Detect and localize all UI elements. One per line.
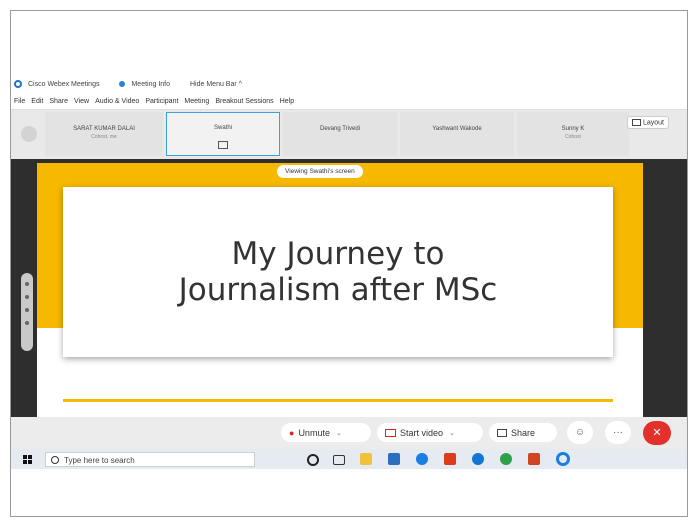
menu-file[interactable]: File xyxy=(14,98,25,105)
participant-name: SARAT KUMAR DALAI xyxy=(73,126,135,132)
participant-role: Cohost, me xyxy=(91,134,117,140)
share-icon xyxy=(497,428,507,437)
participant-role: Cohost xyxy=(565,134,581,140)
viewing-indicator[interactable]: Viewing Swathi's screen xyxy=(277,165,363,178)
hide-menu-bar-button[interactable]: Hide Menu Bar ^ xyxy=(190,81,242,88)
slide-title-line1: My Journey to xyxy=(231,236,445,272)
edge-icon[interactable] xyxy=(472,453,484,465)
slide-title: My Journey to Journalism after MSc xyxy=(179,236,498,308)
participant-tile[interactable]: Yashwant Wakode xyxy=(400,112,514,156)
participant-tile[interactable]: Devang Trivedi xyxy=(283,112,397,156)
layout-label: Layout xyxy=(642,119,664,127)
menu-participant[interactable]: Participant xyxy=(145,98,178,105)
sharing-screen-icon xyxy=(218,141,228,149)
pointer-icon[interactable] xyxy=(25,282,29,286)
start-video-button[interactable]: Start video ⌄ xyxy=(377,423,483,442)
annotation-toolbar[interactable] xyxy=(21,273,33,351)
layout-button[interactable]: Layout xyxy=(626,116,669,130)
menu-meeting[interactable]: Meeting xyxy=(184,98,209,105)
layout-icon xyxy=(631,119,641,126)
menu-share[interactable]: Share xyxy=(49,98,68,105)
slide-title-card: My Journey to Journalism after MSc xyxy=(63,187,613,357)
search-icon xyxy=(51,456,59,464)
chevron-down-icon[interactable]: ⌄ xyxy=(336,429,342,437)
slide-title-line2: Journalism after MSc xyxy=(178,272,498,308)
share-button[interactable]: Share xyxy=(489,423,557,442)
start-video-label: Start video xyxy=(400,427,444,438)
menu-view[interactable]: View xyxy=(74,98,89,105)
presentation-slide: My Journey to Journalism after MSc xyxy=(37,163,643,417)
end-call-button[interactable]: ✕ xyxy=(643,421,671,445)
webex-logo-icon xyxy=(14,80,22,88)
settings-icon[interactable] xyxy=(25,321,29,325)
windows-taskbar: Type here to search xyxy=(11,449,687,469)
taskbar-search-box[interactable]: Type here to search xyxy=(45,452,255,467)
webex-taskbar-icon[interactable] xyxy=(416,453,428,465)
search-placeholder: Type here to search xyxy=(64,456,135,465)
zoom-icon[interactable] xyxy=(25,308,29,312)
more-options-icon[interactable]: ··· xyxy=(605,421,631,444)
powerpoint-icon[interactable] xyxy=(528,453,540,465)
menu-help[interactable]: Help xyxy=(280,98,294,105)
menu-edit[interactable]: Edit xyxy=(31,98,43,105)
shared-screen-area: Viewing Swathi's screen My Journey to Jo… xyxy=(11,159,687,417)
participant-name: Yashwant Wakode xyxy=(432,126,482,132)
participant-tile[interactable]: Sunny K Cohost xyxy=(517,112,629,156)
participant-strip: SARAT KUMAR DALAI Cohost, me Swathi Deva… xyxy=(11,109,687,160)
participant-name: Swathi xyxy=(213,125,232,131)
windows-start-icon[interactable] xyxy=(23,455,32,464)
participant-name: Sunny K xyxy=(561,126,585,132)
slide-divider xyxy=(63,399,613,402)
menu-bar: File Edit Share View Audio & Video Parti… xyxy=(11,95,687,107)
participant-name: Devang Trivedi xyxy=(319,126,361,132)
reactions-icon[interactable]: ☺ xyxy=(567,421,593,444)
file-explorer-icon[interactable] xyxy=(360,453,372,465)
participant-tile-active[interactable]: Swathi xyxy=(166,112,280,156)
unmute-label: Unmute xyxy=(298,427,330,438)
app-title: Cisco Webex Meetings xyxy=(28,80,100,88)
pen-icon[interactable] xyxy=(25,295,29,299)
chrome-icon[interactable] xyxy=(500,453,512,465)
meeting-controls: ● Unmute ⌄ Start video ⌄ Share ☺ ··· ✕ xyxy=(11,417,687,449)
office-icon[interactable] xyxy=(444,453,456,465)
task-view-icon[interactable] xyxy=(333,455,345,465)
unmute-button[interactable]: ● Unmute ⌄ xyxy=(281,423,371,442)
menu-breakout-sessions[interactable]: Breakout Sessions xyxy=(215,98,273,105)
cortana-icon[interactable] xyxy=(307,454,319,466)
webex-meeting-icon[interactable] xyxy=(556,452,570,466)
info-icon xyxy=(119,81,126,87)
screenshot-frame: Cisco Webex Meetings Meeting Info Hide M… xyxy=(10,10,688,517)
video-off-icon xyxy=(385,428,396,437)
microphone-muted-icon: ● xyxy=(289,427,295,438)
participant-tile[interactable]: SARAT KUMAR DALAI Cohost, me xyxy=(45,112,163,156)
title-bar: Cisco Webex Meetings Meeting Info Hide M… xyxy=(11,77,687,91)
share-label: Share xyxy=(511,427,536,438)
meeting-info-button[interactable]: Meeting Info xyxy=(131,81,170,88)
self-avatar xyxy=(21,126,37,142)
menu-audio-video[interactable]: Audio & Video xyxy=(95,98,139,105)
mail-icon[interactable] xyxy=(388,453,400,465)
chevron-down-icon[interactable]: ⌄ xyxy=(449,429,455,437)
